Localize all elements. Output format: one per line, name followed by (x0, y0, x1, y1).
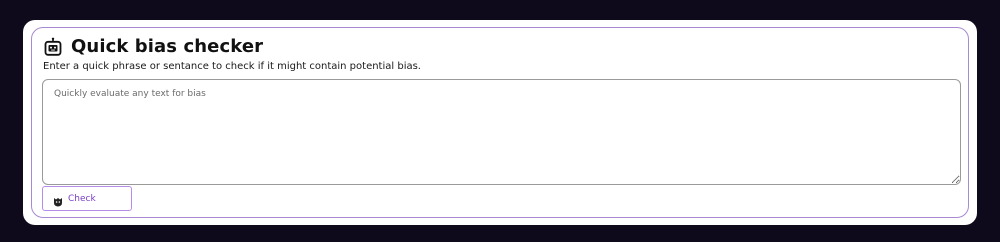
badge-icon (53, 194, 63, 206)
robot-icon (43, 37, 63, 57)
text-input-wrapper (42, 79, 961, 185)
page-title: Quick bias checker (71, 36, 264, 57)
outer-card: Quick bias checker Enter a quick phrase … (23, 20, 977, 225)
card-description: Enter a quick phrase or sentance to chec… (43, 61, 421, 72)
card-header: Quick bias checker (43, 36, 263, 57)
bias-checker-card: Quick bias checker Enter a quick phrase … (31, 27, 969, 218)
check-button-label: Check (68, 193, 96, 204)
bias-text-input[interactable] (42, 79, 961, 185)
check-button[interactable]: Check (42, 186, 132, 211)
